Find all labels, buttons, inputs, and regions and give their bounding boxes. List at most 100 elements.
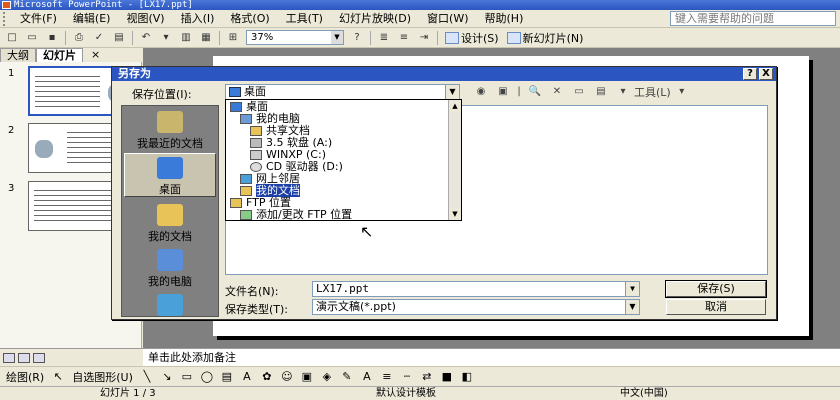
help-search-input[interactable]: 键入需要帮助的问题	[670, 11, 836, 26]
close-icon[interactable]: ×	[91, 48, 100, 62]
oval-icon[interactable]: ◯	[200, 370, 214, 383]
place-recent[interactable]: 我最近的文档	[124, 108, 216, 152]
filename-value: LX17.ppt	[316, 282, 369, 295]
place-my-computer[interactable]: 我的电脑	[124, 246, 216, 290]
drawing-toolbar: 绘图(R) ↖ 自选图形(U) ╲ ↘ ▭ ◯ ▤ A ✿ ☺ ▣ ◈ ✎ A …	[0, 366, 840, 386]
diagram-icon[interactable]: ✿	[260, 370, 274, 383]
folder-icon	[230, 198, 242, 208]
tab-slides[interactable]: 幻灯片	[36, 48, 83, 62]
cd-drive-icon	[250, 162, 262, 172]
help-icon[interactable]: ?	[348, 30, 366, 46]
autoshapes-menu[interactable]: 自选图形(U)	[72, 369, 133, 385]
shadow-icon[interactable]: ■	[440, 370, 454, 383]
table-icon[interactable]: ▦	[197, 30, 215, 46]
toolbar-separator	[219, 30, 220, 45]
slide-picture	[35, 140, 53, 158]
menu-slideshow[interactable]: 幻灯片放映(D)	[331, 10, 419, 28]
arrow-icon[interactable]: ↘	[160, 370, 174, 383]
grid-icon[interactable]: ⊞	[224, 30, 242, 46]
select-arrow-icon[interactable]: ↖	[51, 370, 65, 383]
place-desktop[interactable]: 桌面	[124, 153, 216, 197]
chevron-down-icon[interactable]: ▾	[157, 30, 175, 46]
paste-icon[interactable]: ▤	[110, 30, 128, 46]
dash-style-icon[interactable]: ┄	[400, 370, 414, 383]
notes-pane[interactable]: 单击此处添加备注	[143, 348, 840, 366]
status-slide-count: 幻灯片 1 / 3	[100, 388, 156, 399]
status-template: 默认设计模板	[376, 388, 436, 399]
dropdown-scrollbar[interactable]: ▲ ▼	[448, 100, 461, 220]
slideshow-view-icon[interactable]	[33, 352, 45, 363]
line-color-icon[interactable]: ✎	[340, 370, 354, 383]
menu-file[interactable]: 文件(F)	[12, 10, 65, 28]
toolbar-separator: |	[517, 86, 521, 97]
textbox-icon[interactable]: ▤	[220, 370, 234, 383]
back-icon[interactable]: ◉	[473, 85, 489, 99]
up-folder-icon[interactable]: ▣	[495, 85, 511, 99]
menu-format[interactable]: 格式(O)	[222, 10, 277, 28]
rectangle-icon[interactable]: ▭	[180, 370, 194, 383]
place-my-documents[interactable]: 我的文档	[124, 201, 216, 245]
chevron-down-icon[interactable]: ▼	[445, 85, 459, 99]
chevron-down-icon[interactable]: ▼	[625, 300, 639, 314]
scroll-up-icon[interactable]: ▲	[449, 100, 461, 112]
zoom-select[interactable]: 37% ▼	[246, 30, 344, 45]
line-icon[interactable]: ╲	[140, 370, 154, 383]
fill-color-icon[interactable]: ◈	[320, 370, 334, 383]
save-button[interactable]: 保存(S)	[665, 280, 767, 298]
delete-icon[interactable]: ✕	[549, 85, 565, 99]
picture-icon[interactable]: ▣	[300, 370, 314, 383]
slide-number: 1	[8, 68, 15, 79]
new-icon[interactable]: □	[3, 30, 21, 46]
menu-insert[interactable]: 插入(I)	[173, 10, 223, 28]
numbering-icon[interactable]: ≡	[395, 30, 413, 46]
menu-help[interactable]: 帮助(H)	[477, 10, 532, 28]
place-label: 桌面	[159, 183, 181, 196]
location-item[interactable]: 添加/更改 FTP 位置	[240, 209, 352, 221]
arrow-style-icon[interactable]: ⇄	[420, 370, 434, 383]
clipart-icon[interactable]: ☺	[280, 370, 294, 383]
normal-view-icon[interactable]	[3, 352, 15, 363]
slide-number: 3	[8, 183, 15, 194]
design-button[interactable]: 设计(S)	[445, 30, 499, 46]
views-icon[interactable]: ▤	[593, 85, 609, 99]
draw-menu[interactable]: 绘图(R)	[6, 369, 44, 385]
menu-tools[interactable]: 工具(T)	[278, 10, 331, 28]
indent-icon[interactable]: ⇥	[415, 30, 433, 46]
chevron-down-icon[interactable]: ▼	[625, 282, 639, 296]
toolbar-separator	[370, 30, 371, 45]
bullets-icon[interactable]: ≣	[375, 30, 393, 46]
chevron-down-icon[interactable]: ▾	[674, 85, 690, 99]
search-web-icon[interactable]: 🔍	[527, 85, 543, 99]
filename-input[interactable]: LX17.ppt ▼	[312, 281, 640, 297]
chevron-down-icon[interactable]: ▼	[331, 31, 343, 44]
dialog-close-button[interactable]: X	[759, 68, 773, 80]
ftp-icon	[240, 210, 252, 220]
new-folder-icon[interactable]: ▭	[571, 85, 587, 99]
tab-outline[interactable]: 大纲	[0, 48, 36, 62]
font-color-icon[interactable]: A	[360, 370, 374, 383]
scroll-down-icon[interactable]: ▼	[449, 208, 461, 220]
chart-icon[interactable]: ▥	[177, 30, 195, 46]
toolbar-grip[interactable]	[3, 11, 9, 26]
tools-menu[interactable]: 工具(L)	[634, 84, 671, 100]
filetype-select[interactable]: 演示文稿(*.ppt) ▼	[312, 299, 640, 315]
menu-view[interactable]: 视图(V)	[118, 10, 172, 28]
open-icon[interactable]: ▭	[23, 30, 41, 46]
menu-edit[interactable]: 编辑(E)	[65, 10, 119, 28]
line-style-icon[interactable]: ≡	[380, 370, 394, 383]
spellcheck-icon[interactable]: ✓	[90, 30, 108, 46]
chevron-down-icon[interactable]: ▾	[615, 85, 631, 99]
print-icon[interactable]: ⎙	[70, 30, 88, 46]
new-slide-button[interactable]: 新幻灯片(N)	[506, 30, 583, 46]
save-icon[interactable]: ▪	[43, 30, 61, 46]
save-in-select[interactable]: 桌面 ▼	[225, 84, 460, 100]
wordart-icon[interactable]: A	[240, 370, 254, 383]
toolbar-separator	[437, 30, 438, 45]
sorter-view-icon[interactable]	[18, 352, 30, 363]
dialog-help-button[interactable]: ?	[743, 68, 757, 80]
cancel-button[interactable]: 取消	[666, 299, 766, 315]
3d-icon[interactable]: ◧	[460, 370, 474, 383]
place-network[interactable]	[124, 291, 216, 335]
menu-window[interactable]: 窗口(W)	[419, 10, 476, 28]
undo-icon[interactable]: ↶	[137, 30, 155, 46]
